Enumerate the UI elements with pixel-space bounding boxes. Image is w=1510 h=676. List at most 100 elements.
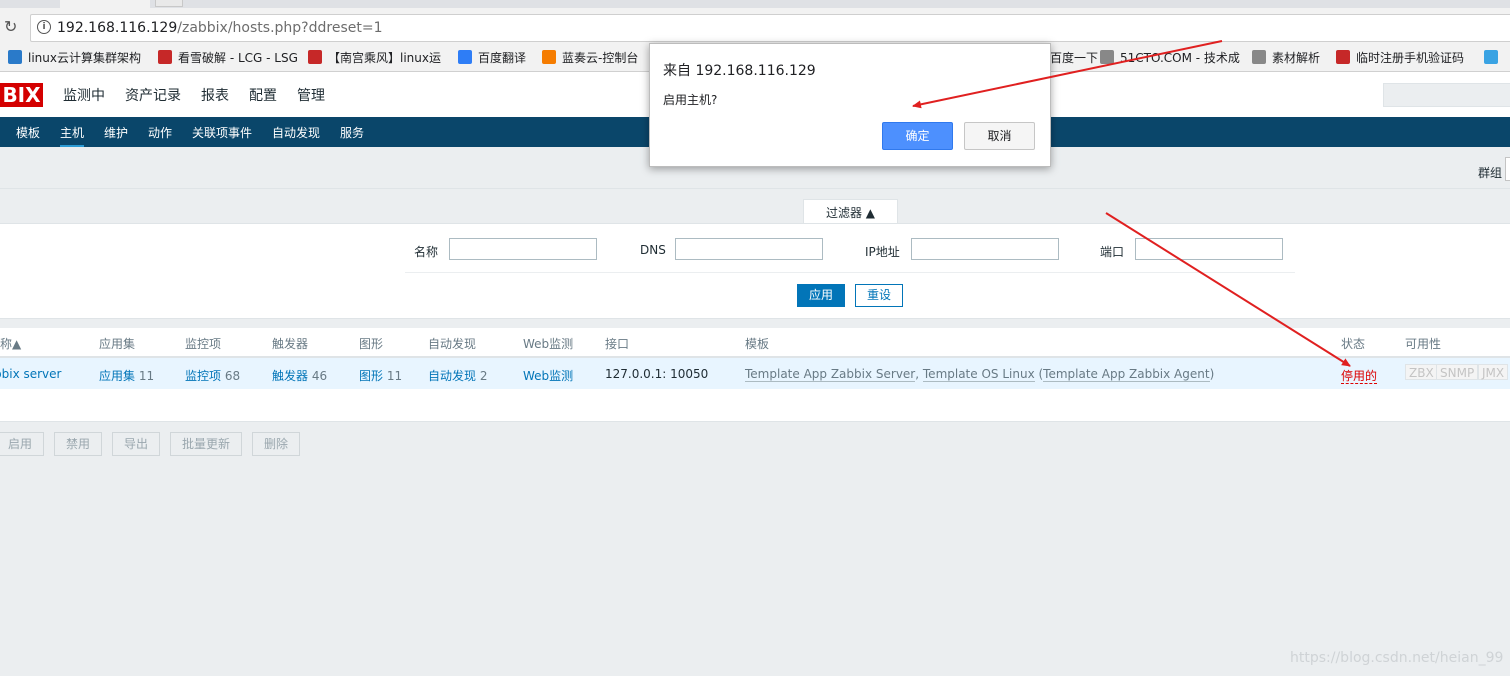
address-bar[interactable]: i 192.168.116.129/zabbix/hosts.php?ddres… — [30, 14, 1510, 42]
browser-tabstrip — [0, 0, 1510, 8]
search-input[interactable] — [1383, 83, 1510, 107]
bookmark-icon — [1100, 50, 1114, 64]
browser-toolbar: ↻ i 192.168.116.129/zabbix/hosts.php?ddr… — [0, 8, 1510, 46]
availability-jmx-badge: JMX — [1478, 364, 1509, 380]
subnav-actions[interactable]: 动作 — [148, 124, 172, 141]
bookmark-icon — [458, 50, 472, 64]
bookmark-icon — [1336, 50, 1350, 64]
template-paren: ) — [1209, 367, 1215, 381]
bookmark-icon — [1252, 50, 1266, 64]
col-status-header[interactable]: 状态 — [1341, 335, 1365, 352]
applications-link[interactable]: 应用集 — [99, 369, 135, 383]
discovery-count: 2 — [479, 369, 488, 383]
filter-panel: 名称 DNS IP地址 端口 应用 重设 — [0, 223, 1510, 319]
filter-dns-label: DNS — [640, 243, 666, 257]
bookmark-item[interactable]: 51CTO.COM - 技术成 — [1100, 50, 1240, 66]
discovery-link[interactable]: 自动发现 — [428, 369, 476, 383]
filter-port-label: 端口 — [1100, 245, 1125, 259]
template-separator: , — [915, 367, 923, 381]
bookmark-item[interactable]: 素材解析 — [1252, 50, 1320, 66]
menu-configuration[interactable]: 配置 — [249, 85, 277, 126]
subnav-services[interactable]: 服务 — [340, 124, 364, 141]
dialog-cancel-button[interactable]: 取消 — [964, 122, 1035, 150]
col-applications-header: 应用集 — [99, 337, 136, 351]
col-templates-header: 模板 — [745, 337, 770, 351]
filter-name-input[interactable] — [449, 238, 597, 260]
col-interface-header: 接口 — [605, 337, 630, 351]
col-items-header: 监控项 — [185, 337, 222, 351]
subnav-correlation[interactable]: 关联项事件 — [192, 124, 252, 141]
web-link[interactable]: Web监测 — [523, 367, 573, 384]
bookmark-item[interactable]: 看雪破解 - LCG - LSG — [158, 50, 298, 66]
col-name-header[interactable]: 称▲ — [0, 335, 21, 352]
availability-snmp-badge: SNMP — [1436, 364, 1479, 380]
browser-tab[interactable] — [60, 0, 150, 8]
delete-button[interactable]: 删除 — [252, 432, 300, 456]
bookmark-item[interactable] — [1484, 50, 1504, 66]
graphs-link[interactable]: 图形 — [359, 369, 383, 383]
reload-icon[interactable]: ↻ — [4, 18, 22, 36]
bookmark-icon — [542, 50, 556, 64]
subnav-maintenance[interactable]: 维护 — [104, 124, 128, 141]
template-link[interactable]: Template App Zabbix Agent — [1043, 367, 1210, 382]
dialog-ok-button[interactable]: 确定 — [882, 122, 953, 150]
bookmark-item[interactable]: 临时注册手机验证码 — [1336, 50, 1464, 66]
items-link[interactable]: 监控项 — [185, 369, 221, 383]
filter-divider — [405, 272, 1295, 273]
menu-inventory[interactable]: 资产记录 — [125, 85, 181, 105]
applications-count: 11 — [138, 369, 155, 383]
filter-ip-label: IP地址 — [865, 245, 900, 259]
dialog-message: 启用主机? — [663, 93, 718, 107]
graphs-cell: 图形 11 — [359, 367, 402, 384]
status-toggle-link[interactable]: 停用的 — [1341, 369, 1378, 384]
menu-monitoring[interactable]: 监测中 — [63, 85, 105, 105]
template-link[interactable]: Template OS Linux — [922, 367, 1035, 382]
menu-reports[interactable]: 报表 — [201, 85, 229, 105]
table-row: bbix server 应用集 11 监控项 68 触发器 46 图形 11 自… — [0, 358, 1510, 389]
group-label: 群组 — [1478, 166, 1503, 180]
triggers-cell: 触发器 46 — [272, 367, 327, 384]
templates-cell: Template App Zabbix Server, Template OS … — [745, 367, 1215, 382]
template-link[interactable]: Template App Zabbix Server — [745, 367, 916, 382]
bookmark-icon — [308, 50, 322, 64]
host-name-link[interactable]: bbix server — [0, 367, 61, 381]
template-paren: ( — [1034, 367, 1044, 381]
bookmark-item[interactable]: 【南宫乘风】linux运 — [308, 50, 441, 66]
bookmark-icon — [8, 50, 22, 64]
discovery-cell: 自动发现 2 — [428, 367, 487, 384]
filter-ip-input[interactable] — [911, 238, 1059, 260]
filter-tab[interactable]: 过滤器 ▲ — [803, 199, 898, 224]
filter-name-label: 名称 — [414, 245, 439, 259]
items-cell: 监控项 68 — [185, 367, 240, 384]
group-select[interactable] — [1505, 157, 1510, 181]
disable-button[interactable]: 禁用 — [54, 432, 102, 456]
interface-value: 127.0.0.1: 10050 — [605, 367, 709, 381]
filter-port-input[interactable] — [1135, 238, 1283, 260]
filter-dns-input[interactable] — [675, 238, 823, 260]
reset-button[interactable]: 重设 — [855, 284, 903, 307]
bookmark-item[interactable]: 蓝奏云-控制台 — [542, 50, 638, 66]
bookmark-item[interactable]: linux云计算集群架构 — [8, 50, 141, 66]
col-availability-header: 可用性 — [1405, 337, 1442, 351]
apply-button[interactable]: 应用 — [797, 284, 845, 307]
menu-administration[interactable]: 管理 — [297, 85, 325, 105]
zabbix-logo[interactable]: BIX — [0, 83, 43, 107]
info-icon[interactable]: i — [37, 20, 51, 34]
new-tab-button[interactable] — [155, 0, 183, 7]
availability-zbx-badge: ZBX — [1405, 364, 1438, 380]
bookmark-item[interactable]: 百度翻译 — [458, 50, 526, 66]
col-discovery-header: 自动发现 — [428, 337, 477, 351]
subnav-templates[interactable]: 模板 — [16, 124, 40, 141]
items-count: 68 — [224, 369, 241, 383]
mass-update-button[interactable]: 批量更新 — [170, 432, 242, 456]
watermark: https://blog.csdn.net/heian_99 — [1290, 650, 1504, 666]
graphs-count: 11 — [386, 369, 403, 383]
subnav-discovery[interactable]: 自动发现 — [272, 124, 320, 141]
dialog-title: 来自 192.168.116.129 — [663, 63, 816, 79]
col-triggers-header: 触发器 — [272, 337, 309, 351]
triggers-link[interactable]: 触发器 — [272, 369, 308, 383]
enable-button[interactable]: 启用 — [0, 432, 44, 456]
export-button[interactable]: 导出 — [112, 432, 160, 456]
col-graphs-header: 图形 — [359, 337, 384, 351]
subnav-hosts[interactable]: 主机 — [60, 124, 85, 148]
